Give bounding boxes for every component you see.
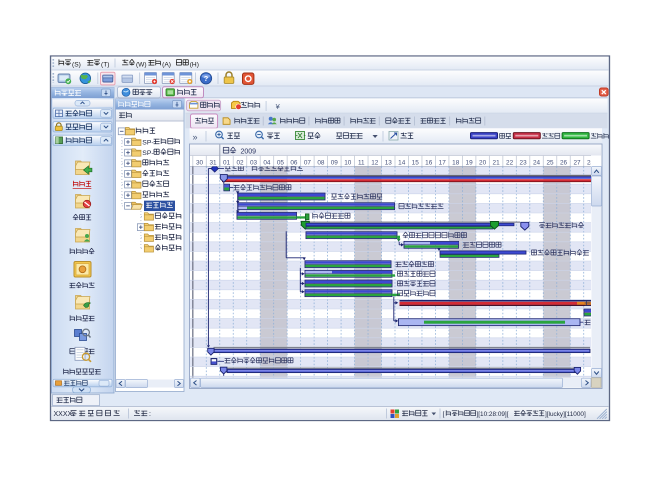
svg-text:06: 06: [290, 159, 298, 166]
svg-text:04: 04: [263, 159, 271, 166]
svg-text:(W): (W): [136, 61, 147, 68]
svg-text:18: 18: [452, 159, 460, 166]
svg-text:(H): (H): [190, 61, 199, 68]
svg-text:(S): (S): [72, 61, 81, 68]
svg-text:19: 19: [466, 159, 474, 166]
svg-text:01: 01: [223, 159, 231, 166]
svg-text:12: 12: [371, 159, 379, 166]
svg-text:14: 14: [398, 159, 406, 166]
svg-text:17: 17: [439, 159, 447, 166]
svg-text:16: 16: [425, 159, 433, 166]
svg-text:20: 20: [479, 159, 487, 166]
svg-text:31: 31: [209, 159, 217, 166]
svg-text:22: 22: [506, 159, 514, 166]
svg-text:?: ?: [204, 74, 209, 83]
svg-text:»: »: [193, 132, 198, 142]
svg-text:(T): (T): [101, 61, 109, 68]
svg-text::: :: [149, 411, 151, 418]
svg-text:24: 24: [533, 159, 541, 166]
svg-text:23: 23: [520, 159, 528, 166]
svg-text:15: 15: [412, 159, 420, 166]
svg-text:[: [: [443, 411, 445, 418]
svg-text:26: 26: [560, 159, 568, 166]
svg-text:27: 27: [573, 159, 581, 166]
svg-text:11: 11: [358, 159, 365, 166]
svg-text:30: 30: [196, 159, 204, 166]
svg-text:SP-: SP-: [142, 140, 153, 147]
svg-text:02: 02: [236, 159, 244, 166]
svg-text:XXXX: XXXX: [54, 411, 73, 418]
svg-text:(A): (A): [162, 61, 171, 68]
svg-text:2009: 2009: [241, 149, 257, 156]
svg-text:07: 07: [304, 159, 312, 166]
svg-text:][10:28:09][: ][10:28:09][: [477, 411, 509, 418]
svg-text:08: 08: [317, 159, 325, 166]
svg-text:13: 13: [385, 159, 393, 166]
svg-text:SP-: SP-: [142, 150, 153, 157]
svg-text:25: 25: [546, 159, 554, 166]
svg-text:05: 05: [277, 159, 285, 166]
svg-text:03: 03: [250, 159, 258, 166]
svg-text:21: 21: [493, 159, 501, 166]
svg-text:10: 10: [344, 159, 352, 166]
svg-text:09: 09: [331, 159, 339, 166]
svg-text:][lucky][11000]: ][lucky][11000]: [545, 411, 586, 418]
